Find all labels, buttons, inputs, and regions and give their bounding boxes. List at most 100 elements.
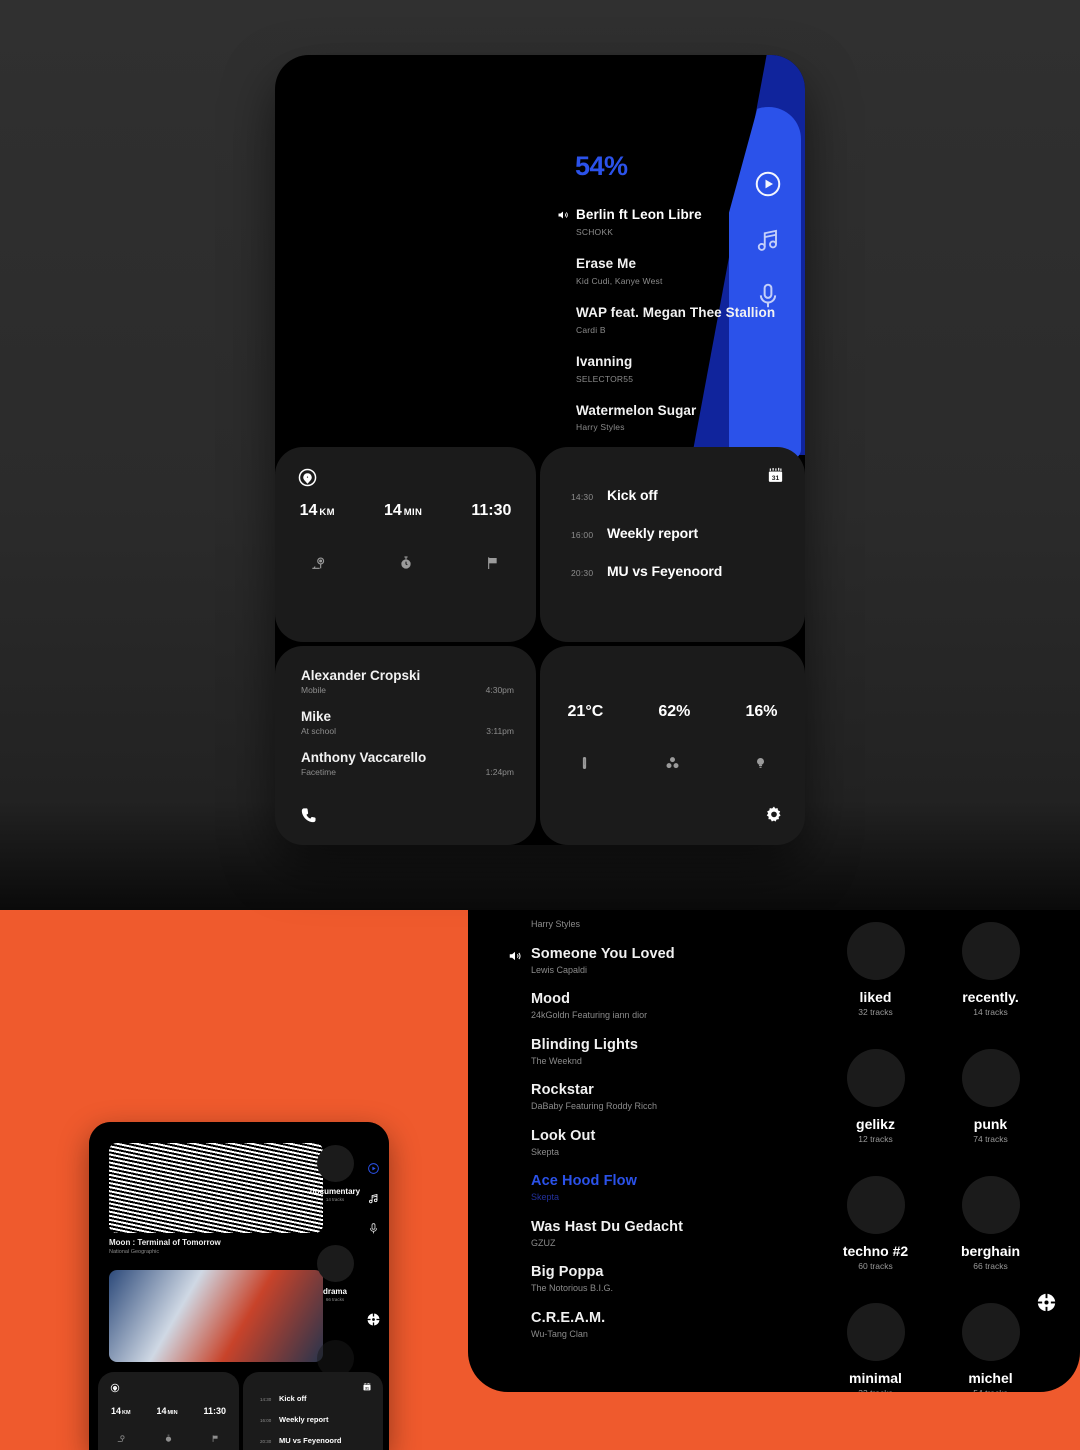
thermometer-icon[interactable] bbox=[577, 754, 592, 772]
calendar-icon[interactable]: 31 bbox=[766, 466, 785, 485]
playlist-artwork bbox=[316, 1145, 354, 1182]
playlist-tile[interactable]: recently. 14 tracks bbox=[933, 922, 1048, 1017]
event-time: 20:30 bbox=[571, 568, 594, 578]
route-pin-icon[interactable] bbox=[311, 555, 327, 571]
playlist-track-count: 32 tracks bbox=[858, 1007, 893, 1017]
track-row[interactable]: Berlin ft Leon Libre SCHOKK bbox=[557, 207, 805, 237]
trip-arrival-time: 11:30 bbox=[471, 502, 512, 519]
playlist-tile[interactable]: berghain 66 tracks bbox=[933, 1176, 1048, 1271]
video-channel: National Geographic bbox=[109, 1249, 160, 1255]
location-target-icon[interactable] bbox=[110, 1383, 120, 1393]
video-thumbnail[interactable] bbox=[109, 1270, 323, 1362]
grip-icon[interactable] bbox=[1037, 1293, 1056, 1312]
trip-distance: 14KM bbox=[300, 502, 335, 520]
track-artist: 24kGoldn Featuring iann dior bbox=[531, 1010, 648, 1020]
event-time: 20:30 bbox=[260, 1439, 272, 1444]
phone-icon[interactable] bbox=[299, 806, 318, 825]
phone-device: Moon : Terminal of Tomorrow National Geo… bbox=[89, 1122, 389, 1450]
grip-icon[interactable] bbox=[367, 1313, 380, 1326]
playlist-tile[interactable]: documentary 14 tracks bbox=[301, 1145, 369, 1202]
playlist-tile[interactable]: gelikz 12 tracks bbox=[818, 1049, 933, 1144]
playlist-tile[interactable]: minimal 33 tracks bbox=[818, 1303, 933, 1392]
playlist-artwork bbox=[846, 922, 905, 980]
call-row[interactable]: Mike At school 3:11pm bbox=[301, 709, 514, 736]
calls-widget-card[interactable]: Alexander Cropski Mobile 4:30pm Mike At … bbox=[275, 646, 536, 845]
calendar-event-row[interactable]: 14:30 Kick off bbox=[260, 1394, 342, 1403]
track-artist: Skepta bbox=[531, 1146, 560, 1157]
playlist-tile[interactable]: techno #2 60 tracks bbox=[818, 1176, 933, 1271]
playlist-track-count: 66 tracks bbox=[325, 1297, 345, 1302]
trip-widget-card[interactable]: 14KM 14MIN 11:30 bbox=[98, 1372, 239, 1450]
playlist-name: drama bbox=[322, 1287, 347, 1296]
calendar-event-list: 14:30 Kick off 16:00 Weekly report 20:30… bbox=[260, 1394, 342, 1450]
play-circle-icon[interactable] bbox=[367, 1162, 380, 1175]
calendar-icon[interactable]: 31 bbox=[362, 1382, 372, 1392]
event-name: Weekly report bbox=[279, 1415, 329, 1424]
flag-icon[interactable] bbox=[485, 555, 501, 571]
track-artist: Cardi B bbox=[576, 324, 606, 335]
calendar-event-row[interactable]: 20:30 MU vs Feyenoord bbox=[260, 1436, 342, 1445]
trip-widget-card[interactable]: 14KM 14MIN 11:30 bbox=[275, 447, 536, 642]
track-title: Rockstar bbox=[531, 1082, 594, 1098]
event-time: 16:00 bbox=[571, 530, 594, 540]
music-note-icon[interactable] bbox=[367, 1192, 380, 1205]
track-row[interactable]: Look Out Skepta bbox=[508, 1128, 808, 1157]
track-row-highlighted[interactable]: Ace Hood Flow Skepta bbox=[508, 1173, 808, 1202]
battery-percent: 54% bbox=[575, 151, 628, 181]
track-row[interactable]: WAP feat. Megan Thee Stallion Cardi B bbox=[557, 305, 805, 335]
track-title: Was Hast Du Gedacht bbox=[531, 1218, 684, 1235]
trip-distance: 14KM bbox=[111, 1406, 131, 1416]
track-artist: Harry Styles bbox=[576, 422, 625, 433]
route-pin-icon[interactable] bbox=[117, 1434, 126, 1443]
event-name: Kick off bbox=[607, 487, 658, 503]
playlist-tile[interactable]: michel 54 tracks bbox=[933, 1303, 1048, 1392]
video-thumbnail[interactable] bbox=[109, 1143, 323, 1233]
track-row[interactable]: Mood 24kGoldn Featuring iann dior bbox=[508, 991, 808, 1020]
trip-distance-value: 14 bbox=[110, 1406, 121, 1416]
call-row[interactable]: Anthony Vaccarello Facetime 1:24pm bbox=[301, 750, 514, 777]
svg-text:31: 31 bbox=[772, 475, 780, 482]
playlist-tile[interactable]: drama 66 tracks bbox=[301, 1245, 369, 1302]
play-circle-icon[interactable] bbox=[753, 169, 783, 199]
bulb-icon[interactable] bbox=[753, 754, 768, 772]
track-title: WAP feat. Megan Thee Stallion bbox=[576, 304, 776, 320]
calendar-event-row[interactable]: 14:30 Kick off bbox=[571, 487, 722, 503]
call-meta: Mobile 4:30pm bbox=[301, 685, 514, 695]
trip-distance-unit: KM bbox=[121, 1410, 131, 1416]
track-artist: SELECTOR55 bbox=[576, 373, 634, 384]
track-row[interactable]: Big Poppa The Notorious B.I.G. bbox=[508, 1264, 808, 1293]
track-row[interactable]: Watermelon Sugar Harry Styles bbox=[557, 403, 805, 433]
track-row[interactable]: Blinding Lights The Weeknd bbox=[508, 1037, 808, 1066]
track-row[interactable]: Someone You Loved Lewis Capaldi bbox=[508, 946, 808, 975]
trip-duration: 14MIN bbox=[156, 1406, 177, 1416]
speaker-icon bbox=[508, 949, 522, 963]
location-target-icon[interactable] bbox=[297, 467, 318, 488]
call-time: 4:30pm bbox=[485, 685, 514, 695]
track-row[interactable]: Erase Me Kid Cudi, Kanye West bbox=[557, 256, 805, 286]
track-row[interactable]: C.R.E.A.M. Wu-Tang Clan bbox=[508, 1310, 808, 1339]
playlist-name: gelikz bbox=[856, 1116, 895, 1132]
track-row[interactable]: Was Hast Du Gedacht GZUZ bbox=[508, 1219, 808, 1248]
gear-icon[interactable] bbox=[764, 805, 784, 825]
calendar-event-row[interactable]: 16:00 Weekly report bbox=[571, 525, 722, 541]
playlist-tile[interactable]: liked 32 tracks bbox=[818, 922, 933, 1017]
calendar-widget-card[interactable]: 31 14:30 Kick off 16:00 Weekly report 20… bbox=[540, 447, 805, 642]
flag-icon[interactable] bbox=[211, 1434, 220, 1443]
calendar-widget-card[interactable]: 31 14:30 Kick off 16:00 Weekly report 20… bbox=[243, 1372, 383, 1450]
microphone-icon[interactable] bbox=[367, 1222, 380, 1235]
track-title: Mood bbox=[531, 991, 571, 1007]
event-name: Kick off bbox=[279, 1394, 307, 1403]
call-row[interactable]: Alexander Cropski Mobile 4:30pm bbox=[301, 668, 514, 695]
stopwatch-icon[interactable] bbox=[164, 1434, 173, 1443]
speaker-icon bbox=[557, 209, 569, 221]
home-widget-card[interactable]: 21°C 62% 16% bbox=[540, 646, 805, 845]
calendar-event-row[interactable]: 16:00 Weekly report bbox=[260, 1415, 342, 1424]
track-row[interactable]: Rockstar DaBaby Featuring Roddy Ricch bbox=[508, 1082, 808, 1111]
stopwatch-icon[interactable] bbox=[398, 555, 414, 571]
fan-icon[interactable] bbox=[665, 754, 680, 772]
playlist-tile[interactable]: punk 74 tracks bbox=[933, 1049, 1048, 1144]
track-row[interactable]: Harry Styles bbox=[508, 919, 808, 929]
trip-stats-row: 14KM 14MIN 11:30 bbox=[98, 1406, 239, 1416]
calendar-event-row[interactable]: 20:30 MU vs Feyenoord bbox=[571, 563, 722, 579]
track-row[interactable]: Ivanning SELECTOR55 bbox=[557, 354, 805, 384]
